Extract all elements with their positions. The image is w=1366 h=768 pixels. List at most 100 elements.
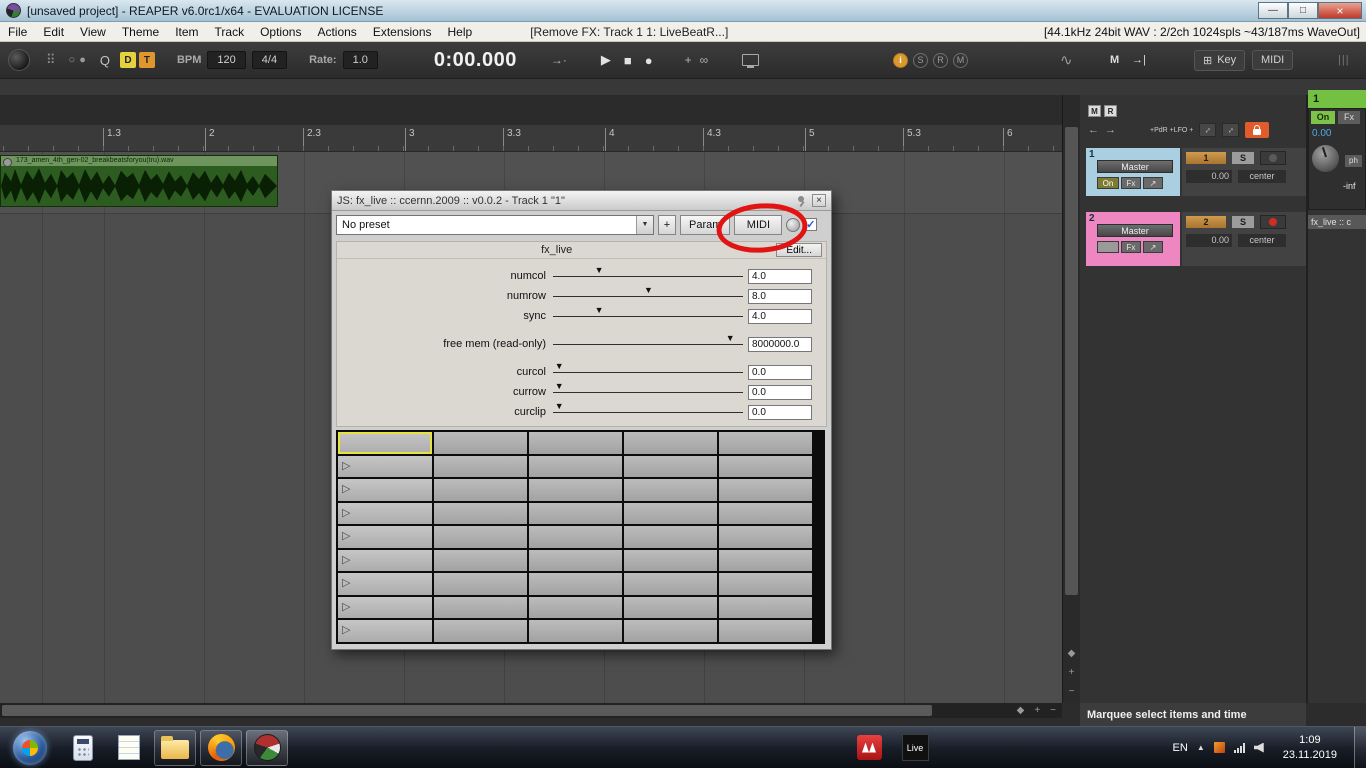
play-button[interactable]: ▶ <box>601 52 611 68</box>
clip-cell[interactable] <box>624 549 717 571</box>
m-box-button[interactable]: M <box>1088 105 1101 117</box>
solo-button[interactable]: S <box>1232 216 1254 228</box>
slider-value[interactable]: 4.0 <box>748 268 812 284</box>
clip-cell[interactable] <box>529 549 622 571</box>
wet-dry-knob[interactable] <box>786 217 801 232</box>
waveform-icon[interactable]: ∿ <box>1060 42 1073 78</box>
clip-cell[interactable] <box>434 573 527 595</box>
slider-track[interactable]: ▼ <box>553 285 743 297</box>
slider-thumb-icon[interactable]: ▼ <box>555 381 564 391</box>
midi-button[interactable]: MIDI <box>734 214 783 235</box>
clip-cell[interactable] <box>624 526 717 548</box>
clip-cell[interactable] <box>529 432 622 454</box>
clip-cell[interactable] <box>719 455 812 477</box>
timeline-ruler[interactable]: 1.3 2 2.3 3 3.3 4 4.3 5 5.3 6 <box>0 125 1062 152</box>
mixer-on-button[interactable]: On <box>1311 111 1335 124</box>
t-toggle-button[interactable]: T <box>138 52 155 68</box>
monitor-icon[interactable] <box>742 54 760 68</box>
go-to-end-icon[interactable]: →| <box>1132 42 1146 78</box>
clip-cell[interactable] <box>719 479 812 501</box>
ui-checkbox[interactable]: ✓ <box>804 218 818 231</box>
slider-track[interactable]: ▼ <box>553 401 743 413</box>
clip-cell[interactable]: ▷ <box>338 620 432 642</box>
midi-toolbar-button[interactable]: MIDI <box>1252 50 1294 70</box>
slider-value[interactable]: 0.0 <box>748 364 812 380</box>
phase-button[interactable]: ph <box>1345 155 1362 167</box>
zoom-out-icon[interactable]: − <box>1050 705 1056 716</box>
mixer-volume-value[interactable]: 0.00 <box>1312 128 1331 139</box>
track-fx-button[interactable]: Fx <box>1121 177 1141 189</box>
key-button[interactable]: ⊞ Key <box>1194 49 1246 71</box>
clip-cell[interactable] <box>434 479 527 501</box>
slider-track[interactable]: ▼ <box>553 333 743 345</box>
clip-cell[interactable] <box>719 573 812 595</box>
status-circle-s[interactable]: S <box>913 52 928 68</box>
start-button[interactable] <box>13 730 47 765</box>
network-icon[interactable] <box>1233 742 1245 753</box>
menu-edit[interactable]: Edit <box>35 22 72 41</box>
slider-value[interactable]: 8.0 <box>748 288 812 304</box>
track-route-button[interactable]: ↗ <box>1143 241 1163 253</box>
menu-view[interactable]: View <box>72 22 114 41</box>
slider-thumb-icon[interactable]: ▼ <box>644 285 653 295</box>
lock-button[interactable] <box>1245 122 1270 138</box>
clip-cell[interactable]: ▷ <box>338 596 432 618</box>
menu-item[interactable]: Item <box>167 22 206 41</box>
slider-track[interactable]: ▼ <box>553 361 743 373</box>
language-indicator[interactable]: EN <box>1173 742 1188 754</box>
clip-cell[interactable] <box>624 479 717 501</box>
menu-help[interactable]: Help <box>440 22 481 41</box>
slider-track[interactable]: ▼ <box>553 305 743 317</box>
slider-thumb-icon[interactable]: ▼ <box>726 333 735 343</box>
quantize-button[interactable]: Q <box>100 53 110 68</box>
firefox-icon[interactable] <box>200 729 242 766</box>
clip-cell[interactable] <box>338 432 432 454</box>
seek-icon[interactable]: →· <box>551 53 567 67</box>
m-button[interactable]: M <box>1110 42 1119 78</box>
forward-arrow-icon[interactable]: → <box>1105 124 1116 136</box>
clip-cell[interactable] <box>719 526 812 548</box>
clip-cell[interactable]: ▷ <box>338 573 432 595</box>
clip-cell[interactable] <box>434 549 527 571</box>
zoom-diagonal-button[interactable]: ↕ <box>1199 123 1217 137</box>
status-circle-i[interactable]: i <box>893 52 908 68</box>
menu-options[interactable]: Options <box>252 22 309 41</box>
clip-cell[interactable]: ▷ <box>338 479 432 501</box>
clip-cell[interactable] <box>624 596 717 618</box>
zoom-diagonal-button-2[interactable]: ↕ <box>1222 123 1240 137</box>
clip-cell[interactable] <box>624 573 717 595</box>
tcp-track-2[interactable]: 2 Master Fx ↗ 2 S 0.00 center <box>1086 212 1306 266</box>
clip-cell[interactable]: ▷ <box>338 455 432 477</box>
reaper-logo-icon[interactable] <box>8 49 30 71</box>
zoom-in-icon[interactable]: + <box>1034 705 1040 716</box>
layout-bars-icon[interactable]: ||| <box>1338 42 1350 78</box>
fx-slider-sync[interactable]: sync ▼ 4.0 <box>337 305 826 326</box>
clip-cell[interactable] <box>529 620 622 642</box>
track-name-button[interactable]: Master <box>1097 224 1173 237</box>
horizontal-scrollbar[interactable]: ◆ + − <box>0 703 1062 718</box>
mixer-fx-slot[interactable]: fx_live :: c <box>1308 215 1366 229</box>
volume-value[interactable]: 0.00 <box>1186 234 1232 247</box>
clip-cell[interactable] <box>434 455 527 477</box>
param-button[interactable]: Param <box>680 214 731 235</box>
pan-knob[interactable] <box>1312 145 1339 172</box>
fx-slider-numrow[interactable]: numrow ▼ 8.0 <box>337 285 826 306</box>
fx-slider-curcol[interactable]: curcol ▼ 0.0 <box>337 361 826 382</box>
fx-slider-currow[interactable]: currow ▼ 0.0 <box>337 381 826 402</box>
slider-thumb-icon[interactable]: ▼ <box>555 401 564 411</box>
bpm-value[interactable]: 120 <box>207 51 246 69</box>
edit-button[interactable]: Edit... <box>776 243 822 257</box>
pan-value[interactable]: center <box>1238 170 1286 183</box>
explorer-icon[interactable] <box>154 729 196 766</box>
rate-value[interactable]: 1.0 <box>342 51 378 69</box>
ableton-live-icon[interactable]: Live <box>894 730 936 766</box>
close-button[interactable]: × <box>1318 2 1362 19</box>
record-button[interactable]: ● <box>645 53 653 68</box>
clip-cell[interactable]: ▷ <box>338 526 432 548</box>
clip-cell[interactable] <box>529 479 622 501</box>
save-preset-button[interactable]: + <box>658 214 676 235</box>
slider-value[interactable]: 0.0 <box>748 384 812 400</box>
item-note-icon[interactable] <box>3 158 12 167</box>
vertical-scroll-thumb[interactable] <box>1065 127 1078 595</box>
back-arrow-icon[interactable]: ← <box>1088 124 1099 136</box>
